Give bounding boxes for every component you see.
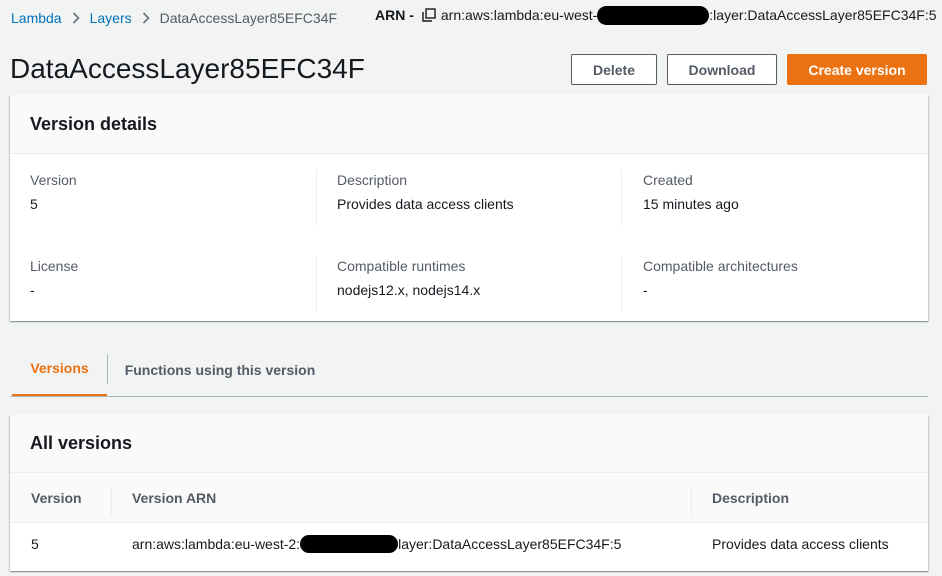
detail-created: Created 15 minutes ago (643, 172, 739, 212)
detail-value: 5 (30, 196, 38, 212)
chevron-right-icon (142, 12, 150, 24)
arn-label: ARN - (375, 7, 414, 23)
redaction-mark (300, 535, 399, 553)
create-version-button[interactable]: Create version (787, 54, 927, 85)
breadcrumb-layers-link[interactable]: Layers (90, 10, 132, 26)
column-header-description[interactable]: Description (712, 478, 789, 518)
detail-compatible-runtimes: Compatible runtimes nodejs12.x, nodejs14… (337, 258, 480, 298)
page-title: DataAccessLayer85EFC34F (10, 53, 365, 84)
all-versions-heading: All versions (10, 415, 928, 473)
detail-value: nodejs12.x, nodejs14.x (337, 282, 481, 298)
detail-label: Compatible runtimes (337, 258, 466, 274)
cell-version-arn: arn:aws:lambda:eu-west-2: layer:DataAcce… (132, 524, 621, 564)
version-details-panel: Version details Version 5 Description Pr… (10, 95, 928, 321)
detail-compatible-architectures: Compatible architectures - (643, 258, 798, 298)
detail-value: - (30, 282, 35, 298)
detail-label: Description (337, 172, 408, 188)
table-header-row: Version Version ARN Description (10, 473, 928, 523)
detail-label: Compatible architectures (643, 258, 798, 274)
arn-value-prefix: arn:aws:lambda:eu-west- (440, 7, 598, 23)
detail-label: Created (643, 172, 693, 188)
redaction-mark (597, 5, 710, 25)
chevron-right-icon (72, 12, 80, 24)
detail-value: - (643, 282, 648, 298)
column-header-version[interactable]: Version (31, 478, 82, 518)
breadcrumb-current: DataAccessLayer85EFC34F (159, 10, 338, 26)
arn-suffix: layer:DataAccessLayer85EFC34F:5 (398, 536, 622, 552)
tab-functions-using-this-version[interactable]: Functions using this version (108, 342, 332, 397)
column-header-version-arn[interactable]: Version ARN (132, 478, 216, 518)
cell-description: Provides data access clients (712, 536, 889, 552)
detail-license: License - (30, 258, 78, 298)
detail-value: 15 minutes ago (643, 196, 739, 212)
detail-value: Provides data access clients (337, 196, 514, 212)
column-divider (316, 256, 317, 311)
detail-label: Version (30, 172, 77, 188)
table-row: 5 arn:aws:lambda:eu-west-2: layer:DataAc… (10, 524, 928, 569)
tab-versions[interactable]: Versions (12, 342, 107, 397)
download-button[interactable]: Download (667, 54, 777, 85)
column-divider (691, 487, 692, 515)
column-divider (621, 256, 622, 311)
copy-icon[interactable] (422, 8, 436, 22)
column-divider (621, 170, 622, 225)
tabs-underline (10, 396, 928, 397)
arn-prefix: arn:aws:lambda:eu-west-2: (132, 536, 301, 552)
column-divider (111, 487, 112, 515)
detail-version: Version 5 (30, 172, 77, 212)
arn-value-suffix: :layer:DataAccessLayer85EFC34F:5 (709, 7, 937, 23)
version-details-heading: Version details (10, 95, 928, 154)
column-divider (316, 170, 317, 225)
cell-version: 5 (31, 536, 39, 552)
arn-header: ARN - arn:aws:lambda:eu-west- :layer:Dat… (375, 0, 937, 30)
all-versions-panel: All versions Version Version ARN Descrip… (10, 415, 928, 571)
detail-label: License (30, 258, 79, 274)
delete-button[interactable]: Delete (571, 54, 657, 85)
breadcrumb-lambda-link[interactable]: Lambda (11, 10, 62, 26)
detail-description: Description Provides data access clients (337, 172, 514, 212)
